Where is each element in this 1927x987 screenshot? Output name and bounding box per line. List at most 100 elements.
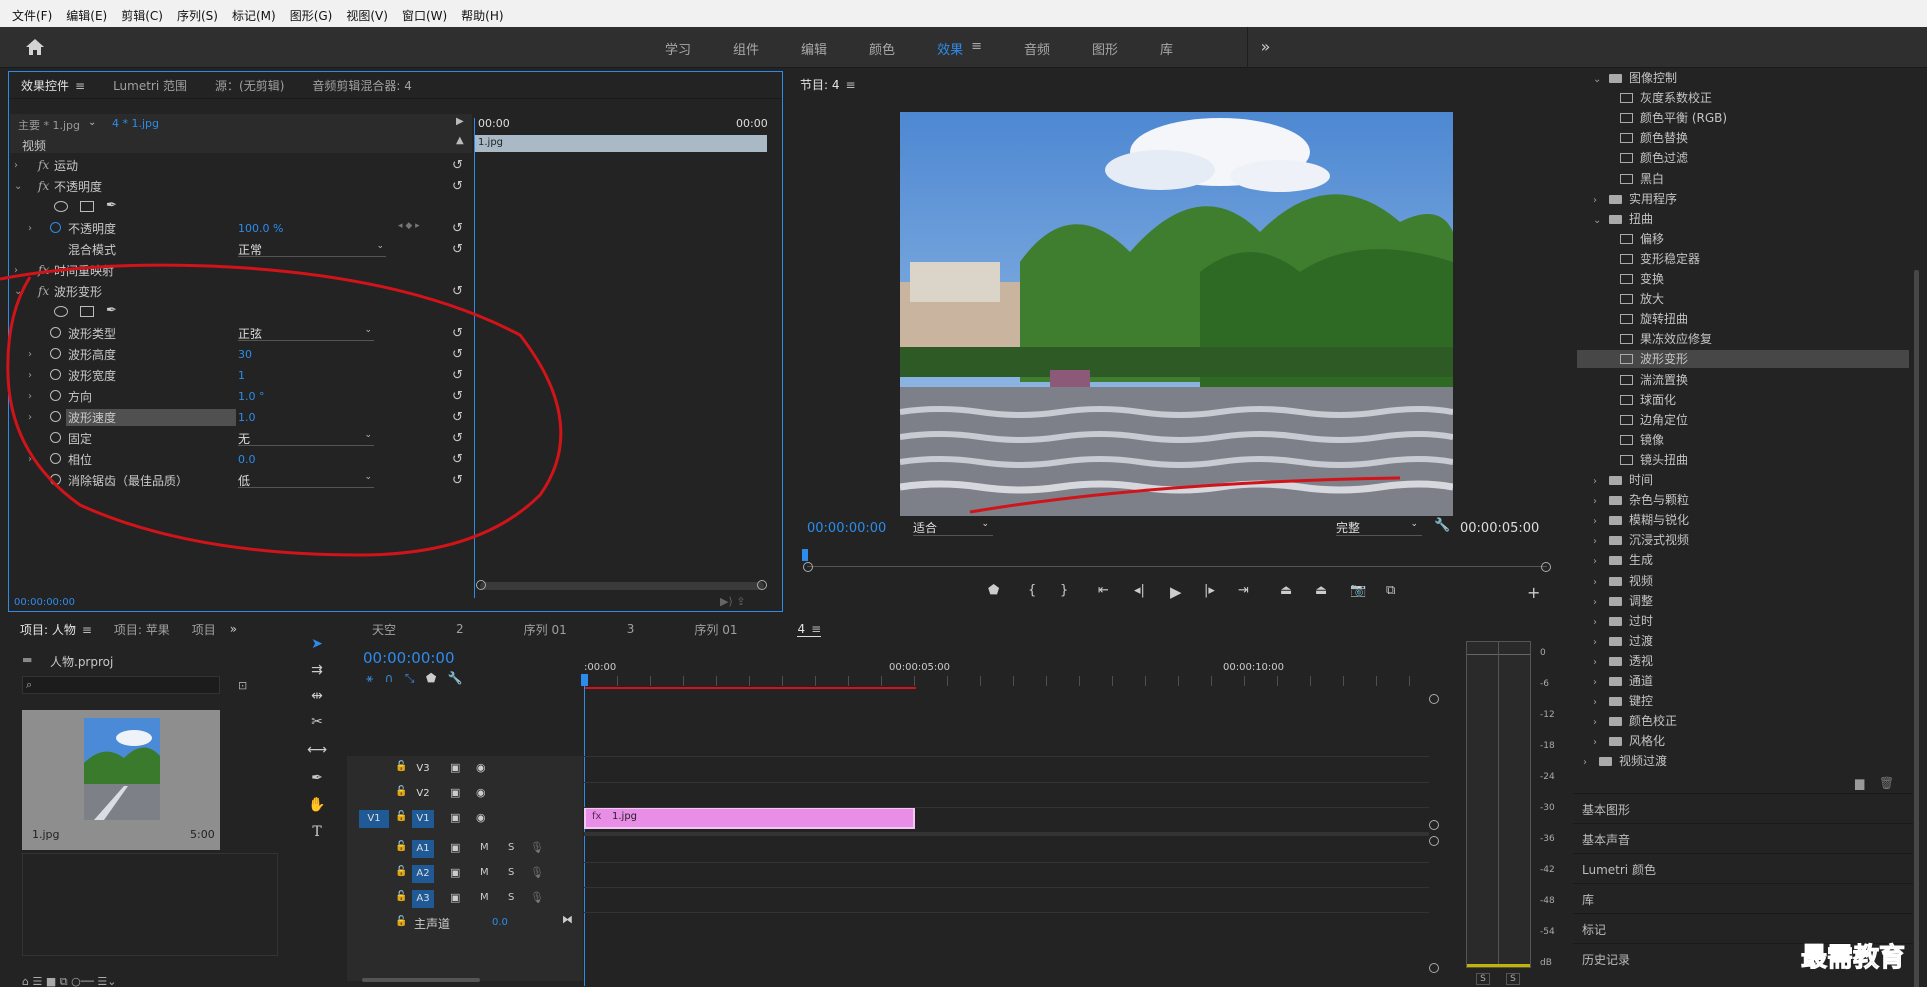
chevron-right-icon[interactable]: › <box>1593 697 1609 708</box>
menu-item-1[interactable]: 编辑(E) <box>66 7 107 24</box>
chevron-right-icon[interactable]: › <box>1593 516 1609 527</box>
stopwatch-icon[interactable] <box>50 453 61 467</box>
lock-icon[interactable]: 🔓 <box>395 786 407 797</box>
timeline-tab-2[interactable]: 序列 01 <box>524 621 567 638</box>
timeline-vscroll-handle-audio[interactable] <box>1429 836 1439 846</box>
chevron-right-icon[interactable]: › <box>1593 657 1609 668</box>
tab-program[interactable]: 节目: 4 ≡ <box>800 76 856 93</box>
effects-tree-item[interactable]: › 过时 <box>1593 612 1653 630</box>
eye-icon[interactable]: ◉ <box>476 761 486 774</box>
timeline-tool-icons[interactable]: ⚹ ∩ ⤡ ⬟ 🔧 <box>366 671 463 686</box>
project-footer-icons[interactable]: ⌂ ☰ ■ ⧉ ○── ☰⌄ <box>22 975 117 987</box>
wave-type-dropdown[interactable]: 正弦 ⌄ <box>238 325 374 341</box>
film-icon[interactable]: ▣ <box>450 866 460 879</box>
film-icon[interactable]: ▣ <box>450 811 460 824</box>
chevron-right-icon[interactable]: › <box>1593 717 1609 728</box>
workspace-menu-icon[interactable]: ≡ <box>971 39 982 58</box>
timeline-tab-3[interactable]: 3 <box>627 622 635 636</box>
effects-tree-item[interactable]: › 调整 <box>1593 592 1653 610</box>
reset-icon[interactable]: ↺ <box>452 410 463 425</box>
track-target-A3[interactable]: A3 <box>412 890 434 908</box>
param-direction[interactable]: › 方向 1.0 ° ↺ <box>10 386 470 406</box>
chevron-right-icon[interactable]: › <box>1593 577 1609 588</box>
param-value[interactable]: 100.0 % <box>238 222 283 235</box>
timeline-tab-1[interactable]: 2 <box>456 622 464 636</box>
side-panel-0[interactable]: 基本图形 <box>1582 796 1630 824</box>
tab-project-people[interactable]: 项目: 人物 ≡ <box>20 621 92 638</box>
menu-item-0[interactable]: 文件(F) <box>12 7 52 24</box>
effects-tree-item[interactable]: › 模糊与锐化 <box>1593 511 1689 529</box>
tab-source[interactable]: 源：(无剪辑) <box>215 77 284 94</box>
project-search-input[interactable]: ⌕ <box>22 676 220 694</box>
mute-button[interactable]: M <box>480 892 489 903</box>
param-value[interactable]: 1.0 ° <box>238 390 265 403</box>
stopwatch-icon[interactable] <box>50 411 61 425</box>
workspace-tab-7[interactable]: 库 <box>1160 39 1173 58</box>
eye-icon[interactable]: ◉ <box>476 811 486 824</box>
ec-footer-icons[interactable]: ▶⟩ ⇪ <box>720 595 745 608</box>
stopwatch-icon[interactable] <box>50 432 61 446</box>
film-icon[interactable]: ▣ <box>450 891 460 904</box>
chevron-right-icon[interactable]: › <box>28 412 42 423</box>
stopwatch-icon[interactable] <box>50 222 61 236</box>
timeline-tab-0[interactable]: 天空 <box>372 621 396 638</box>
menu-item-3[interactable]: 序列(S) <box>177 7 218 24</box>
program-playhead[interactable] <box>802 549 808 561</box>
chevron-down-icon[interactable]: ⌄ <box>1593 215 1609 226</box>
effects-tree-item[interactable]: 湍流置换 <box>1620 371 1688 389</box>
keyframe-nav-icon[interactable]: ◂ ◆ ▸ <box>398 221 420 231</box>
lock-icon[interactable]: 🔓 <box>395 761 407 772</box>
go-to-in-icon[interactable]: ⇤ <box>1098 583 1109 598</box>
timeline-vscroll-handle-bottom[interactable] <box>1429 963 1439 973</box>
track-target-V3[interactable]: V3 <box>412 760 434 778</box>
effects-scrollbar[interactable] <box>1914 270 1919 987</box>
microphone-icon[interactable]: 🎙 <box>530 891 544 904</box>
param-value[interactable]: 1.0 <box>238 411 256 424</box>
workspace-tab-3[interactable]: 颜色 <box>869 39 895 58</box>
param-wave-type[interactable]: 波形类型 正弦 ⌄ ↺ <box>10 323 470 343</box>
pen-mask-icon[interactable]: ✒ <box>106 198 117 213</box>
ec-clip-bar[interactable]: 1.jpg <box>474 135 767 152</box>
menu-item-7[interactable]: 窗口(W) <box>402 7 447 24</box>
reset-icon[interactable]: ↺ <box>452 242 463 257</box>
track-target-V1[interactable]: V1 <box>412 810 434 828</box>
fit-dropdown[interactable]: 适合 ⌄ <box>913 519 993 536</box>
ellipse-mask-icon[interactable] <box>54 306 68 317</box>
stopwatch-icon[interactable] <box>50 369 61 383</box>
effects-tree-item[interactable]: 灰度系数校正 <box>1620 89 1712 107</box>
quality-dropdown[interactable]: 完整 ⌄ <box>1336 519 1422 536</box>
eye-icon[interactable]: ◉ <box>476 786 486 799</box>
effects-tree-item[interactable]: › 颜色校正 <box>1593 712 1677 730</box>
effect-opacity[interactable]: ⌄ fx 不透明度 ↺ <box>10 176 470 196</box>
side-panel-5[interactable]: 历史记录 <box>1582 946 1630 974</box>
reset-icon[interactable]: ↺ <box>452 389 463 404</box>
program-zoom-handle-left[interactable] <box>803 562 813 572</box>
film-icon[interactable]: ▣ <box>450 841 460 854</box>
param-wave-width[interactable]: › 波形宽度 1 ↺ <box>10 365 470 385</box>
film-icon[interactable]: ▣ <box>450 786 460 799</box>
track-select-icon[interactable]: ⇉ <box>306 662 328 682</box>
effects-tree-item[interactable]: › 通道 <box>1593 672 1653 690</box>
microphone-icon[interactable]: 🎙 <box>530 866 544 879</box>
film-icon[interactable]: ▣ <box>450 761 460 774</box>
chevron-down-icon[interactable]: ⌄ <box>1593 74 1609 85</box>
effects-tree-item[interactable]: › 视频过渡 <box>1583 752 1667 770</box>
param-phase[interactable]: › 相位 0.0 ↺ <box>10 449 470 469</box>
chevron-right-icon[interactable]: › <box>1593 637 1609 648</box>
lock-icon[interactable]: 🔓 <box>395 891 407 902</box>
chevron-right-icon[interactable]: › <box>28 223 42 234</box>
lock-icon[interactable]: 🔓 <box>395 841 407 852</box>
solo-button[interactable]: S <box>508 867 514 878</box>
tab-lumetri-scopes[interactable]: Lumetri 范围 <box>113 77 187 94</box>
reset-icon[interactable]: ↺ <box>452 158 463 173</box>
play-icon[interactable]: ▶ <box>456 116 464 127</box>
chevron-right-icon[interactable]: › <box>1593 597 1609 608</box>
mark-out-icon[interactable]: } <box>1060 583 1068 598</box>
source-patch-v1[interactable]: V1 <box>359 810 389 828</box>
workspace-tab-1[interactable]: 组件 <box>733 39 759 58</box>
track-target-V2[interactable]: V2 <box>412 785 434 803</box>
program-zoom-handle-right[interactable] <box>1541 562 1551 572</box>
extract-icon[interactable]: ⏏ <box>1315 583 1327 598</box>
reset-icon[interactable]: ↺ <box>452 179 463 194</box>
timeline-timecode[interactable]: 00:00:00:00 <box>363 649 455 667</box>
